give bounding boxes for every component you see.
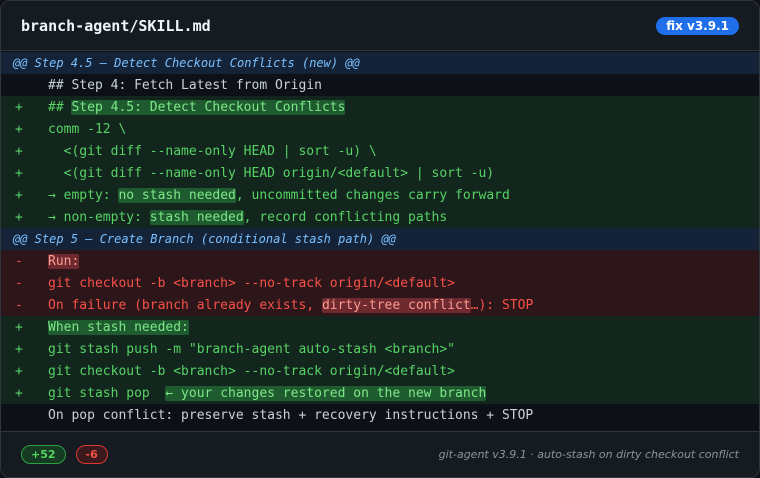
diff-line-del: - git checkout -b <branch> --no-track ori… xyxy=(1,272,759,294)
code-text: @@ Step 5 — Create Branch (conditional s… xyxy=(13,232,396,246)
code-text: , uncommitted changes carry forward xyxy=(235,187,510,203)
diff-line-ctx: On pop conflict: preserve stash + recove… xyxy=(1,404,759,426)
diff-line-add: + comm -12 \ xyxy=(1,118,759,140)
diff-line-del: - Run: xyxy=(1,250,759,272)
diff-line-ctx: ## Step 4: Fetch Latest from Origin xyxy=(1,74,759,96)
diff-code: git checkout -b <branch> --no-track orig… xyxy=(48,364,455,379)
diff-stats: +52 -6 xyxy=(21,445,108,464)
code-text: On failure (branch already exists, xyxy=(48,297,322,313)
diff-sign: + xyxy=(15,341,23,357)
diff-line-add: + ## Step 4.5: Detect Checkout Conflicts xyxy=(1,96,759,118)
diff-line-add: + git stash push -m "branch-agent auto-st… xyxy=(1,338,759,360)
diff-line-add: + → non-empty: stash needed, record confl… xyxy=(1,206,759,228)
diff-code: ## Step 4: Fetch Latest from Origin xyxy=(48,78,322,93)
highlighted-change: dirty-tree conflict xyxy=(321,297,471,313)
diff-code: git stash push -m "branch-agent auto-sta… xyxy=(48,342,455,357)
diff-code: <(git diff --name-only HEAD origin/<defa… xyxy=(48,166,494,181)
diff-line-add: + <(git diff --name-only HEAD | sort -u)… xyxy=(1,140,759,162)
code-text: ## Step 4: Fetch Latest from Origin xyxy=(48,77,322,93)
diff-code: @@ Step 5 — Create Branch (conditional s… xyxy=(13,232,396,246)
diff-code: On pop conflict: preserve stash + recove… xyxy=(48,408,533,423)
diff-sign: + xyxy=(15,319,23,335)
diff-code: ## Step 4.5: Detect Checkout Conflicts xyxy=(48,99,346,115)
diff-sign: + xyxy=(15,143,23,159)
highlighted-change: When stash needed: xyxy=(48,319,189,335)
code-text: On pop conflict: preserve stash + recove… xyxy=(48,407,534,423)
code-text: , record conflicting paths xyxy=(243,209,448,225)
diff-sign: + xyxy=(15,99,23,115)
code-text: <(git diff --name-only HEAD | sort -u) \ xyxy=(48,143,377,159)
additions-badge: +52 xyxy=(21,445,66,464)
diff-code: Run: xyxy=(48,253,80,269)
diff-code: comm -12 \ xyxy=(48,122,126,137)
diff-line-add: + → empty: no stash needed, uncommitted c… xyxy=(1,184,759,206)
code-text: → empty: xyxy=(48,187,119,203)
code-text: git checkout -b <branch> --no-track orig… xyxy=(48,363,455,379)
diff-sign: + xyxy=(15,209,23,225)
diff-window: branch-agent/SKILL.md fix v3.9.1 @@ Step… xyxy=(0,0,760,478)
highlighted-change: Step 4.5: Detect Checkout Conflicts xyxy=(71,99,346,115)
code-text: ## xyxy=(48,99,72,115)
highlighted-change: ← your changes restored on the new branc… xyxy=(165,385,487,401)
diff-sign: + xyxy=(15,385,23,401)
hunk-header: @@ Step 4.5 — Detect Checkout Conflicts … xyxy=(1,52,759,74)
diff-line-add: + When stash needed: xyxy=(1,316,759,338)
code-text: git stash pop xyxy=(48,385,166,401)
diff-code: <(git diff --name-only HEAD | sort -u) \ xyxy=(48,144,377,159)
diff-code: git stash pop ← your changes restored on… xyxy=(48,385,487,401)
code-text: git checkout -b <branch> --no-track orig… xyxy=(48,275,455,291)
hunk-header: @@ Step 5 — Create Branch (conditional s… xyxy=(1,228,759,250)
diff-line-add: + git checkout -b <branch> --no-track ori… xyxy=(1,360,759,382)
diff-sign: + xyxy=(15,187,23,203)
code-text: @@ Step 4.5 — Detect Checkout Conflicts … xyxy=(13,56,360,70)
footer-note: git-agent v3.9.1 · auto-stash on dirty c… xyxy=(438,448,739,461)
footer: +52 -6 git-agent v3.9.1 · auto-stash on … xyxy=(1,431,759,477)
diff-code: → empty: no stash needed, uncommitted ch… xyxy=(48,187,510,203)
file-header: branch-agent/SKILL.md fix v3.9.1 xyxy=(1,1,759,51)
diff-line-add: + <(git diff --name-only HEAD origin/<de… xyxy=(1,162,759,184)
diff-view: @@ Step 4.5 — Detect Checkout Conflicts … xyxy=(1,52,759,426)
code-text: → non-empty: xyxy=(48,209,150,225)
file-title: branch-agent/SKILL.md xyxy=(21,16,211,35)
diff-code: When stash needed: xyxy=(48,319,189,335)
diff-line-add: + git stash pop ← your changes restored o… xyxy=(1,382,759,404)
diff-code: → non-empty: stash needed, record confli… xyxy=(48,209,448,225)
diff-sign: - xyxy=(15,275,23,291)
diff-sign: + xyxy=(15,121,23,137)
diff-line-del: - On failure (branch already exists, dirt… xyxy=(1,294,759,316)
diff-code: git checkout -b <branch> --no-track orig… xyxy=(48,276,455,291)
highlighted-change: stash needed xyxy=(149,209,244,225)
diff-sign: + xyxy=(15,363,23,379)
code-text: comm -12 \ xyxy=(48,121,127,137)
code-text: …): STOP xyxy=(470,297,534,313)
highlighted-change: no stash needed xyxy=(118,187,236,203)
code-text: <(git diff --name-only HEAD origin/<defa… xyxy=(48,165,495,181)
highlighted-change: Run: xyxy=(48,253,80,269)
diff-code: On failure (branch already exists, dirty… xyxy=(48,297,534,313)
diff-sign: - xyxy=(15,297,23,313)
diff-code: @@ Step 4.5 — Detect Checkout Conflicts … xyxy=(13,56,360,70)
code-text: git stash push -m "branch-agent auto-sta… xyxy=(48,341,455,357)
diff-sign: - xyxy=(15,253,23,269)
deletions-badge: -6 xyxy=(75,445,108,464)
diff-sign: + xyxy=(15,165,23,181)
version-badge: fix v3.9.1 xyxy=(656,16,739,35)
